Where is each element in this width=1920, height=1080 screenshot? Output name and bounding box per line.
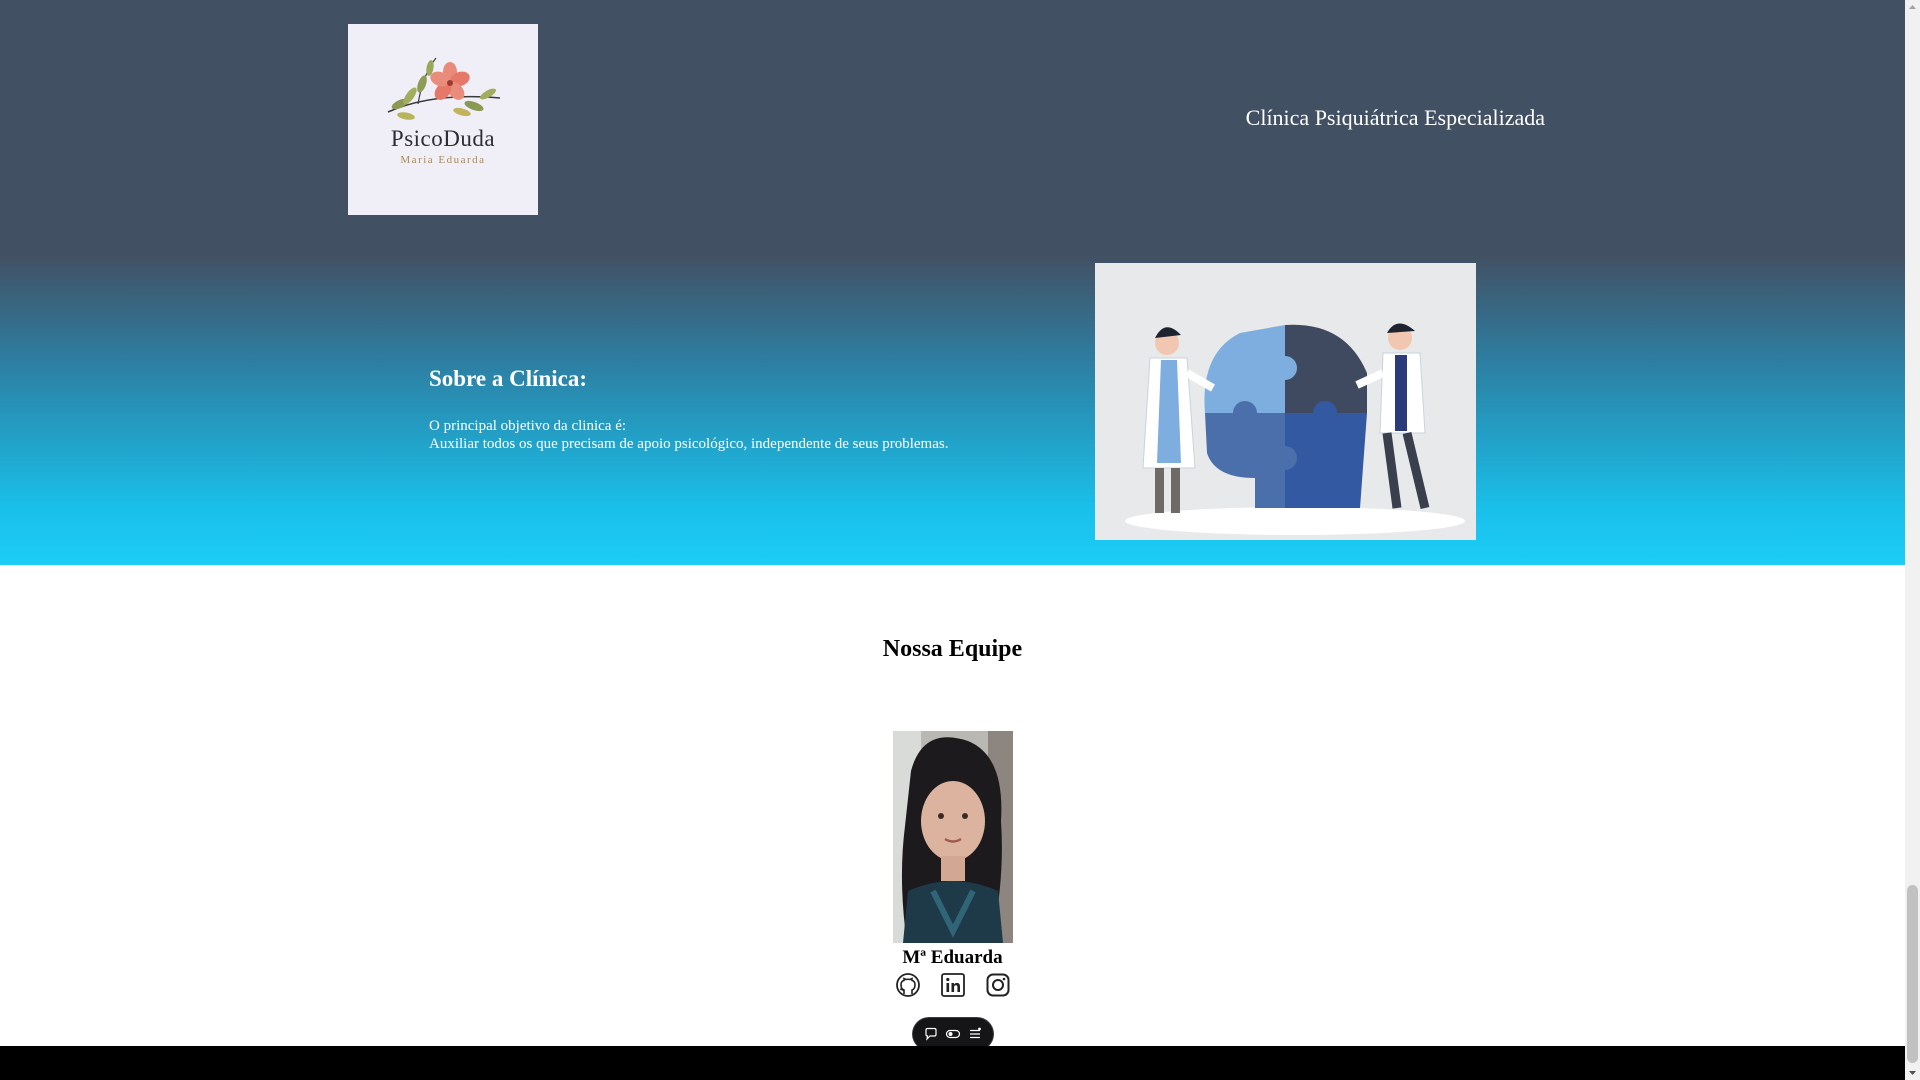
member-photo bbox=[893, 731, 1013, 943]
scrollbar-thumb[interactable] bbox=[1907, 885, 1918, 1063]
about-heading: Sobre a Clínica: bbox=[429, 366, 588, 391]
linkedin-icon[interactable] bbox=[940, 972, 966, 998]
puzzle-head-illustration bbox=[1095, 263, 1476, 540]
scroll-down-arrow-icon[interactable] bbox=[1905, 1065, 1920, 1080]
member-name: Mª Eduarda bbox=[902, 947, 1003, 968]
header: PsicoDuda Maria Eduarda Clínica Psiquiát… bbox=[0, 0, 1905, 255]
site-title: Clínica Psiquiátrica Especializada bbox=[1245, 105, 1545, 130]
puzzle-illustration-icon bbox=[1125, 323, 1465, 535]
logo-subtitle: Maria Eduarda bbox=[400, 154, 486, 166]
about-text: Sobre a Clínica: O principal objetivo da… bbox=[429, 366, 948, 453]
page: PsicoDuda Maria Eduarda Clínica Psiquiát… bbox=[0, 0, 1905, 1080]
toggle-icon[interactable] bbox=[945, 1026, 961, 1042]
instagram-icon[interactable] bbox=[985, 972, 1011, 998]
scroll-up-arrow-icon[interactable] bbox=[1905, 0, 1920, 15]
member-photo-icon bbox=[893, 731, 1013, 943]
about-section: Sobre a Clínica: O principal objetivo da… bbox=[0, 255, 1905, 565]
team-heading: Nossa Equipe bbox=[882, 636, 1023, 662]
member-socials bbox=[895, 972, 1011, 998]
logo-name: PsicoDuda bbox=[390, 126, 496, 151]
logo[interactable]: PsicoDuda Maria Eduarda bbox=[348, 24, 538, 215]
footer-bar bbox=[0, 1046, 1905, 1080]
flower-logo-icon bbox=[387, 57, 501, 120]
about-line-1: O principal objetivo da clinica é: bbox=[429, 418, 627, 434]
comment-icon[interactable] bbox=[923, 1026, 939, 1042]
github-icon[interactable] bbox=[895, 972, 921, 998]
about-line-2: Auxiliar todos os que precisam de apoio … bbox=[429, 436, 949, 452]
vertical-scrollbar[interactable] bbox=[1905, 0, 1920, 1080]
menu-icon[interactable] bbox=[967, 1026, 983, 1042]
